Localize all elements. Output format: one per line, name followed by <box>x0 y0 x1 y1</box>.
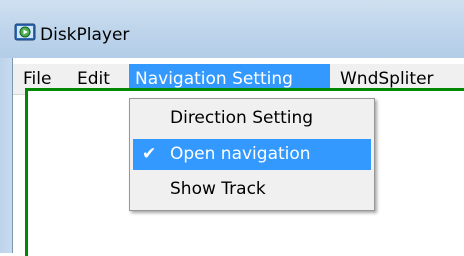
menu-item-show-track[interactable]: Show Track <box>133 174 371 205</box>
window-left-border <box>0 58 13 253</box>
menu-item-label: Open navigation <box>170 144 311 164</box>
disk-player-app-icon[interactable] <box>14 22 36 42</box>
checkmark-icon: ✔ <box>142 144 157 164</box>
window-title: DiskPlayer <box>40 25 130 45</box>
title-bar[interactable]: DiskPlayer <box>0 0 464 58</box>
menu-item-label: Direction Setting <box>170 108 314 128</box>
navigation-setting-dropdown: Direction Setting ✔ Open navigation Show… <box>129 98 375 211</box>
menu-item-open-navigation[interactable]: ✔ Open navigation <box>133 139 371 170</box>
menu-item-label: Show Track <box>170 179 266 199</box>
menu-item-direction-setting[interactable]: Direction Setting <box>133 103 371 134</box>
app-window: DiskPlayer File Edit Navigation Setting … <box>0 0 464 256</box>
